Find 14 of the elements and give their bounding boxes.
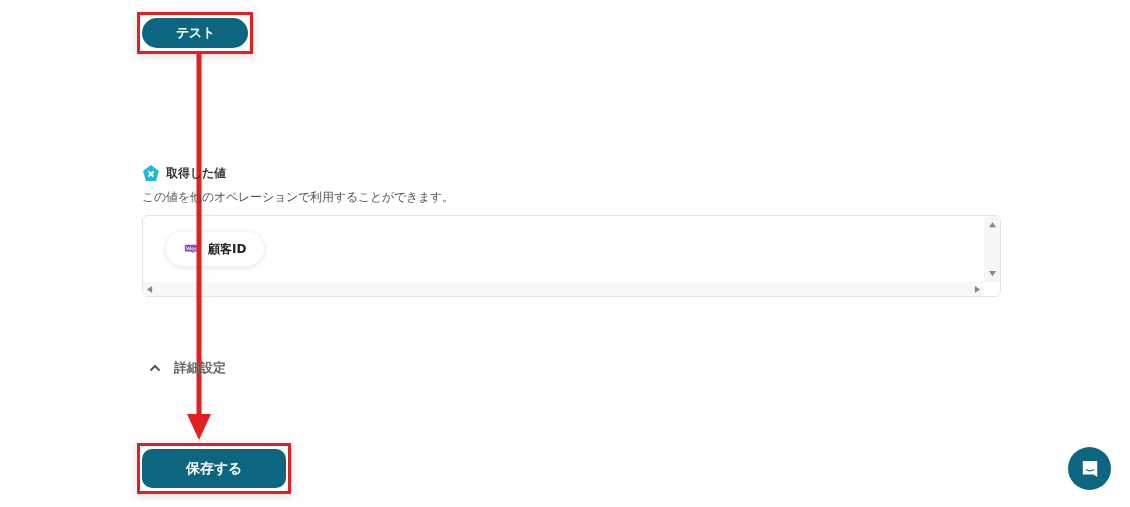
save-button[interactable]: 保存する <box>142 449 286 488</box>
chat-button[interactable] <box>1068 447 1111 490</box>
store-logo-icon <box>184 244 199 254</box>
chat-icon <box>1080 459 1099 478</box>
scroll-up-icon <box>987 221 997 228</box>
test-button[interactable]: テスト <box>142 18 248 48</box>
scroll-right-icon <box>974 284 981 294</box>
value-chip[interactable]: 顧客ID <box>166 232 265 266</box>
scroll-left-icon <box>146 284 153 294</box>
horizontal-scrollbar[interactable] <box>143 282 984 296</box>
vertical-scrollbar[interactable] <box>984 216 1000 282</box>
scroll-down-icon <box>987 270 997 277</box>
pentagon-x-icon <box>142 164 160 182</box>
chevron-icon <box>149 364 161 372</box>
